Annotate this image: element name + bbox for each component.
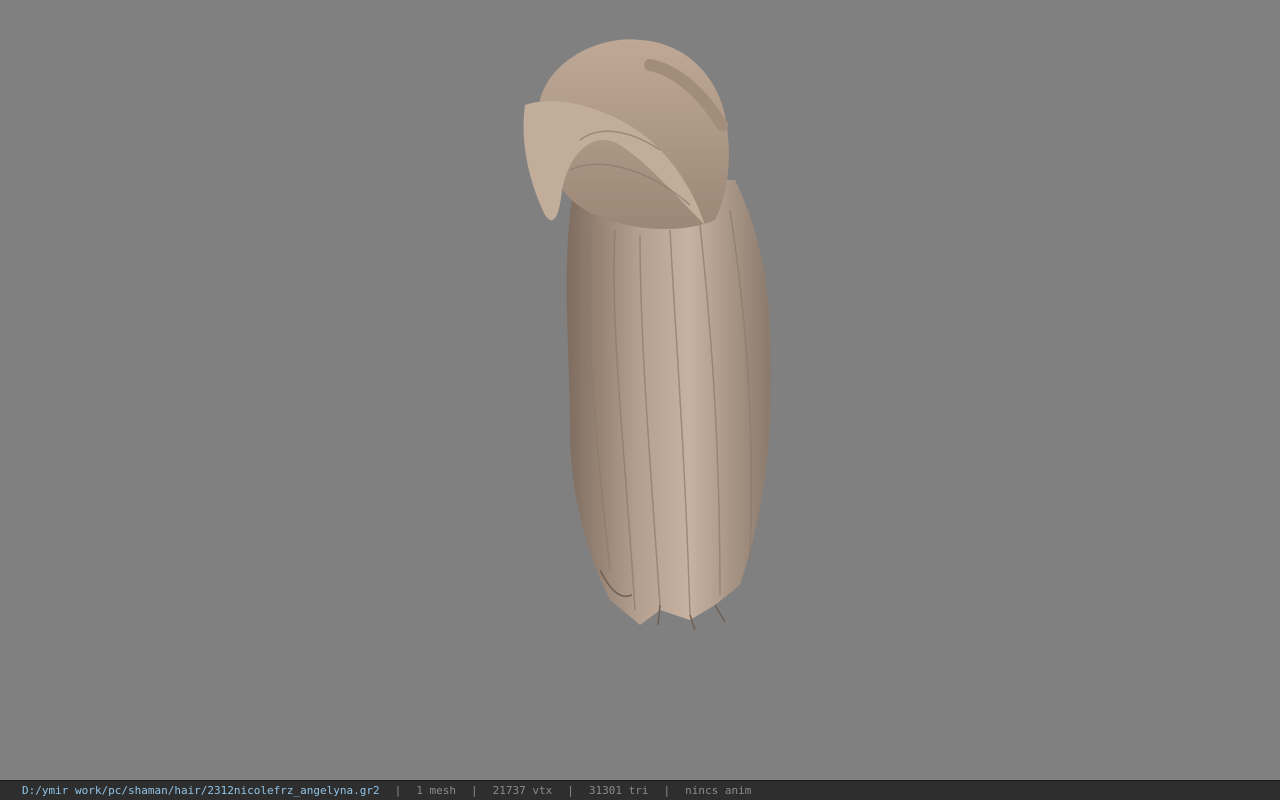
file-path: D:/ymir work/pc/shaman/hair/2312nicolefr…: [22, 784, 380, 797]
hair-model: [523, 39, 772, 631]
triangle-count: 31301 tri: [588, 784, 649, 797]
animation-status: nincs anim: [685, 784, 752, 797]
separator: |: [567, 784, 574, 797]
status-bar: D:/ymir work/pc/shaman/hair/2312nicolefr…: [0, 780, 1280, 800]
3d-viewport[interactable]: [0, 0, 1280, 780]
separator: |: [471, 784, 478, 797]
mesh-count: 1 mesh: [416, 784, 456, 797]
separator: |: [663, 784, 671, 797]
separator: |: [394, 784, 402, 797]
vertex-count: 21737 vtx: [492, 784, 553, 797]
